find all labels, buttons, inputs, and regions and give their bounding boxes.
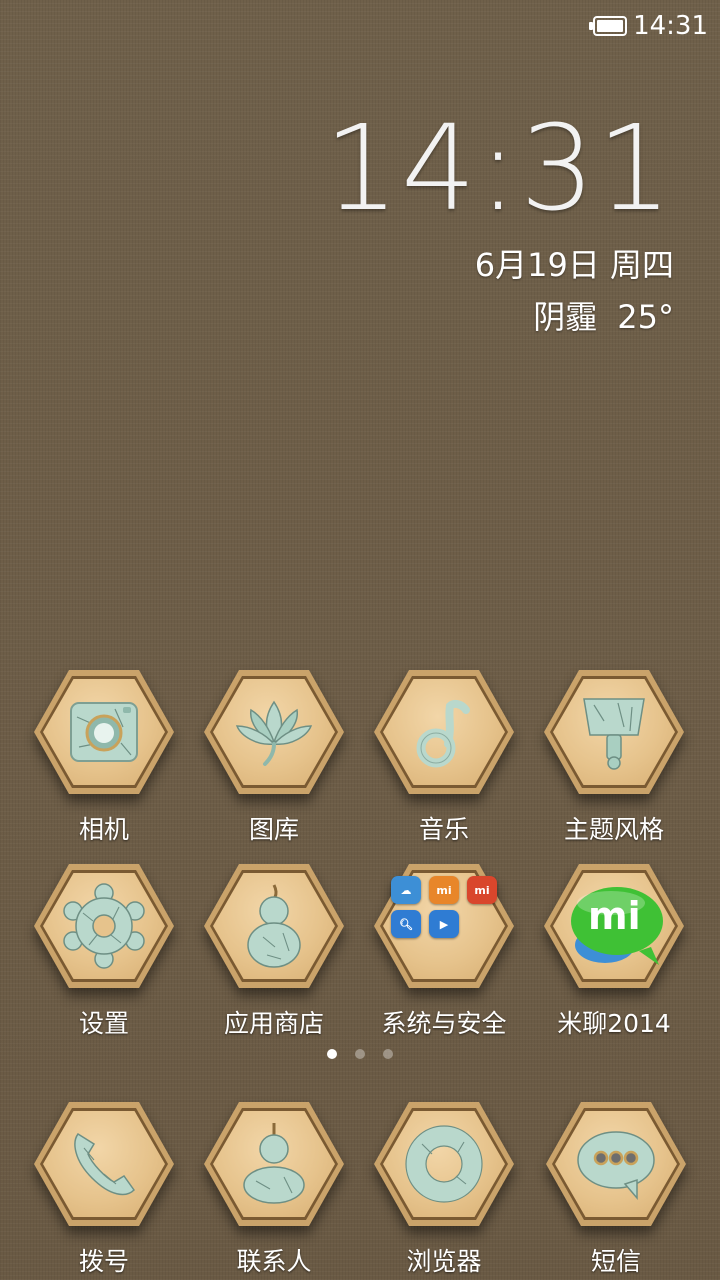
app-store[interactable]: 应用商店 [189,864,359,1040]
phone-icon [34,1102,174,1226]
page-dot-1[interactable] [327,1049,337,1059]
app-themes[interactable]: 主题风格 [529,670,699,846]
mi-red-icon: mi [467,876,497,904]
status-bar: 14:31 [508,0,720,52]
app-phone[interactable]: 拨号 [19,1102,189,1278]
app-gallery[interactable]: 图库 [189,670,359,846]
app-label: 图库 [248,815,299,844]
app-label: 米聊2014 [557,1009,671,1038]
clock-date: 6月19日 周四 [474,246,674,284]
lotus-icon [204,670,344,794]
app-music[interactable]: 音乐 [359,670,529,846]
message-bubble-icon [546,1102,686,1226]
page-dot-2[interactable] [355,1049,365,1059]
status-time: 14:31 [633,11,708,41]
music-note-icon [374,670,514,794]
app-mitalk[interactable]: mi 米聊2014 [529,864,699,1040]
search-icon: 🔍︎ [391,910,421,938]
mitalk-icon: mi [544,864,684,988]
gourd-icon [204,864,344,988]
app-label: 应用商店 [223,1009,324,1038]
app-label: 设置 [78,1009,129,1038]
ring-icon [374,1102,514,1226]
contact-gourd-icon [204,1102,344,1226]
weather-condition: 阴霾 [533,298,598,336]
app-label: 主题风格 [563,815,664,844]
page-dot-3[interactable] [383,1049,393,1059]
weather-info: 阴霾 25° [324,292,674,338]
folder-icon: ☁ mi mi 🔍︎ ▶ [374,864,514,988]
app-label: 拨号 [78,1247,129,1276]
weather-temperature: 25° [617,298,674,336]
app-settings[interactable]: 设置 [19,864,189,1040]
app-label: 系统与安全 [381,1009,507,1038]
battery-icon [589,16,628,36]
clock-widget[interactable]: 14:31 6月19日 周四 阴霾 25° [324,108,674,338]
cloud-icon: ☁ [391,876,421,904]
app-messages[interactable]: 短信 [531,1102,701,1278]
app-label: 短信 [590,1247,641,1276]
app-label: 联系人 [236,1247,312,1276]
app-folder-system-security[interactable]: ☁ mi mi 🔍︎ ▶ 系统与安全 [359,864,529,1040]
paintbrush-icon [544,670,684,794]
app-label: 浏览器 [406,1247,482,1276]
app-browser[interactable]: 浏览器 [359,1102,529,1278]
play-icon: ▶ [429,910,459,938]
page-indicator [0,1049,720,1059]
mitalk-logo-text: mi [588,894,641,938]
clock-time: 14:31 [323,99,674,237]
app-contacts[interactable]: 联系人 [189,1102,359,1278]
app-camera[interactable]: 相机 [19,670,189,846]
camera-icon [34,670,174,794]
app-label: 音乐 [418,815,469,844]
gear-icon [34,864,174,988]
mi-orange-icon: mi [429,876,459,904]
app-label: 相机 [78,815,129,844]
